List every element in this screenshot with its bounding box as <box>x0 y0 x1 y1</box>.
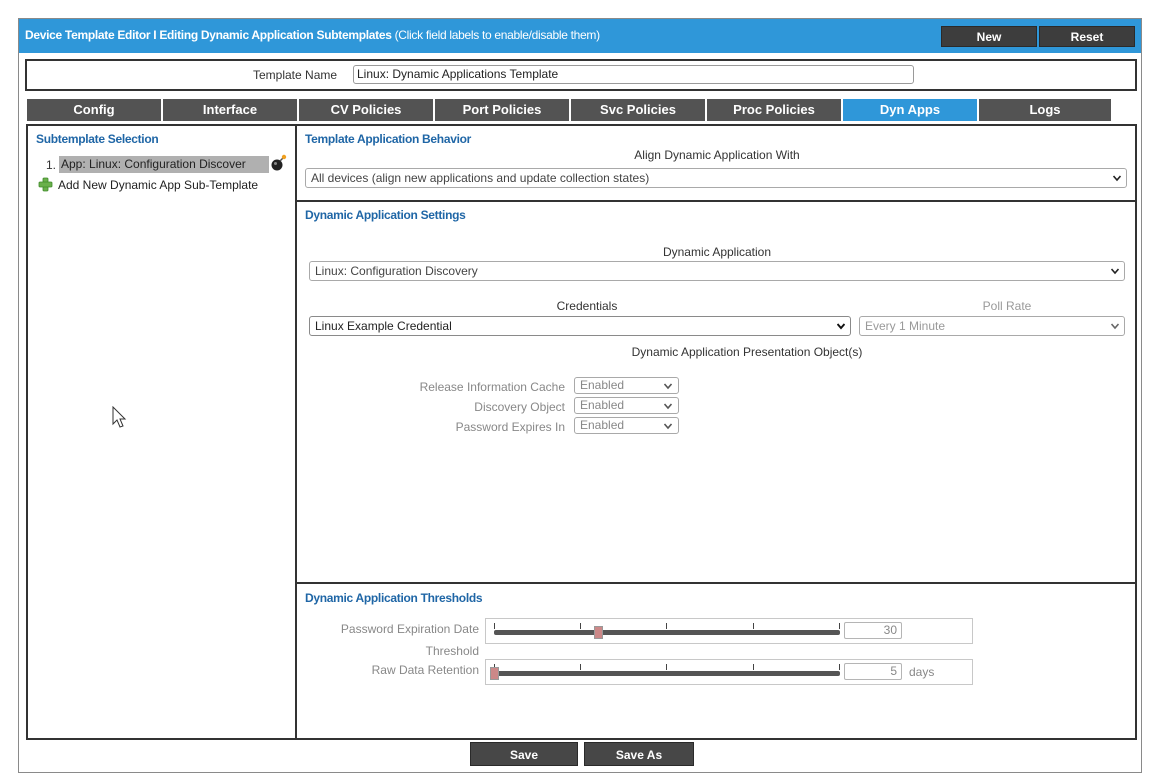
credentials-value: Linux Example Credential <box>315 319 452 333</box>
behavior-heading: Template Application Behavior <box>305 132 471 146</box>
section-divider <box>297 582 1135 584</box>
slider-tick <box>580 623 581 629</box>
slider-tick <box>494 623 495 629</box>
align-select[interactable]: All devices (align new applications and … <box>305 168 1127 188</box>
password-expiration-label[interactable]: Password Expiration Date <box>341 622 479 636</box>
save-button[interactable]: Save <box>470 742 578 766</box>
align-label[interactable]: Align Dynamic Application With <box>307 148 1127 162</box>
subtemplate-item[interactable]: App: Linux: Configuration Discover <box>59 156 269 173</box>
raw-data-retention-slider-box: 5 days <box>485 659 973 685</box>
raw-data-retention-value[interactable]: 5 <box>844 663 902 680</box>
template-name-bar: Template Name Linux: Dynamic Application… <box>25 59 1137 91</box>
chevron-down-icon <box>1111 323 1119 330</box>
password-expiration-slider-box: 30 <box>485 618 973 644</box>
poll-rate-select[interactable]: Every 1 Minute <box>859 316 1125 336</box>
password-expiration-track[interactable] <box>494 630 840 635</box>
template-name-input[interactable]: Linux: Dynamic Applications Template <box>353 65 914 84</box>
chevron-down-icon <box>1113 175 1121 182</box>
slider-tick <box>666 623 667 629</box>
slider-tick <box>753 664 754 670</box>
object-select-discovery-object[interactable]: Enabled <box>574 397 679 414</box>
new-button[interactable]: New <box>941 26 1037 47</box>
dynamic-application-label[interactable]: Dynamic Application <box>617 245 817 259</box>
tab-cv-policies[interactable]: CV Policies <box>299 99 435 121</box>
credentials-select[interactable]: Linux Example Credential <box>309 316 851 336</box>
settings-pane: Template Application Behavior Align Dyna… <box>295 124 1137 740</box>
slider-tick <box>839 664 840 670</box>
chevron-down-icon <box>1111 268 1119 275</box>
object-label-release-information-cache[interactable]: Release Information Cache <box>420 380 565 394</box>
object-label-password-expires-in[interactable]: Password Expires In <box>456 420 565 434</box>
chevron-down-icon <box>664 403 672 410</box>
password-expiration-slider-thumb[interactable] <box>593 626 603 639</box>
raw-data-retention-slider-thumb[interactable] <box>490 667 499 680</box>
title-bar: Device Template Editor I Editing Dynamic… <box>19 19 1141 53</box>
poll-rate-value: Every 1 Minute <box>865 319 946 333</box>
object-select-value: Enabled <box>580 378 625 392</box>
threshold-label: Threshold <box>425 644 479 658</box>
tab-logs[interactable]: Logs <box>979 99 1113 121</box>
raw-data-retention-label[interactable]: Raw Data Retention <box>372 663 479 677</box>
subtemplate-pane: Subtemplate Selection 1. App: Linux: Con… <box>26 124 297 740</box>
add-icon[interactable] <box>38 177 53 192</box>
thresholds-heading: Dynamic Application Thresholds <box>305 591 483 605</box>
subtemplate-item-number: 1. <box>46 158 57 172</box>
raw-data-retention-unit: days <box>909 665 935 679</box>
reset-button[interactable]: Reset <box>1039 26 1135 47</box>
dynamic-application-select[interactable]: Linux: Configuration Discovery <box>309 261 1125 281</box>
chevron-down-icon <box>664 423 672 430</box>
mouse-cursor-icon <box>112 406 127 428</box>
password-expiration-value[interactable]: 30 <box>844 622 902 639</box>
template-name-label[interactable]: Template Name <box>253 68 337 82</box>
section-divider <box>297 200 1135 202</box>
credentials-label[interactable]: Credentials <box>527 299 647 313</box>
subtemplate-heading: Subtemplate Selection <box>36 132 159 146</box>
tab-interface[interactable]: Interface <box>163 99 299 121</box>
window-title-note: (Click field labels to enable/disable th… <box>391 28 601 42</box>
object-select-value: Enabled <box>580 418 625 432</box>
tab-svc-policies[interactable]: Svc Policies <box>571 99 707 121</box>
chevron-down-icon <box>837 323 845 330</box>
slider-tick <box>580 664 581 670</box>
poll-rate-label[interactable]: Poll Rate <box>947 299 1067 313</box>
object-label-discovery-object[interactable]: Discovery Object <box>474 400 565 414</box>
bomb-delete-icon[interactable] <box>270 154 288 172</box>
save-as-button[interactable]: Save As <box>584 742 694 766</box>
settings-heading: Dynamic Application Settings <box>305 208 466 222</box>
tab-bar: Config Interface CV Policies Port Polici… <box>27 99 1113 121</box>
align-select-value: All devices (align new applications and … <box>311 171 650 185</box>
object-select-password-expires-in[interactable]: Enabled <box>574 417 679 434</box>
slider-tick <box>753 623 754 629</box>
tab-port-policies[interactable]: Port Policies <box>435 99 571 121</box>
window-title-main: Device Template Editor I Editing Dynamic… <box>25 28 392 42</box>
tab-proc-policies[interactable]: Proc Policies <box>707 99 843 121</box>
slider-tick <box>839 623 840 629</box>
tab-dyn-apps[interactable]: Dyn Apps <box>843 99 979 121</box>
window-title: Device Template Editor I Editing Dynamic… <box>25 28 600 42</box>
raw-data-retention-track[interactable] <box>494 671 840 676</box>
object-select-release-information-cache[interactable]: Enabled <box>574 377 679 394</box>
dynamic-application-value: Linux: Configuration Discovery <box>315 264 478 278</box>
object-select-value: Enabled <box>580 398 625 412</box>
tab-config[interactable]: Config <box>27 99 163 121</box>
presentation-objects-label: Dynamic Application Presentation Object(… <box>631 345 863 359</box>
add-subtemplate-link[interactable]: Add New Dynamic App Sub-Template <box>58 178 258 192</box>
device-template-editor-window: Device Template Editor I Editing Dynamic… <box>18 18 1142 773</box>
slider-tick <box>666 664 667 670</box>
chevron-down-icon <box>664 383 672 390</box>
